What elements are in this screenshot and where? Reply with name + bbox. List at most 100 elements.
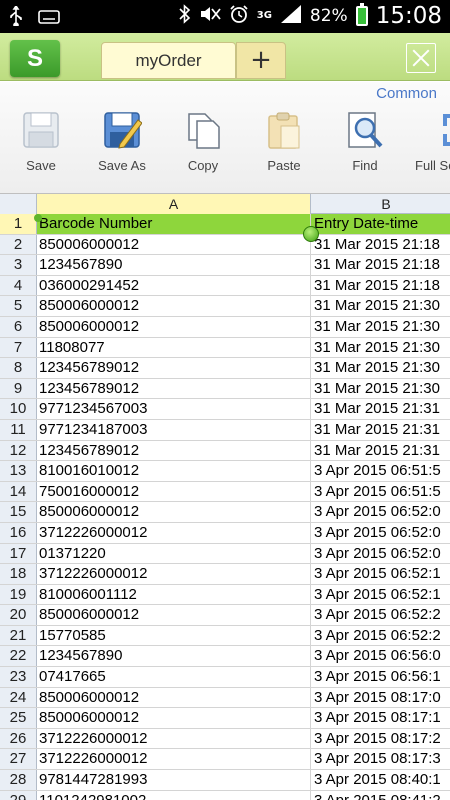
- cell-entry-date[interactable]: 3 Apr 2015 06:52:0: [311, 502, 450, 522]
- cell-entry-date[interactable]: 3 Apr 2015 06:52:1: [311, 585, 450, 605]
- cell-entry-date[interactable]: 31 Mar 2015 21:30: [311, 379, 450, 399]
- row-number[interactable]: 11: [0, 419, 37, 440]
- row-number[interactable]: 22: [0, 646, 37, 667]
- cell-barcode[interactable]: 1234567890: [37, 255, 311, 275]
- cell-entry-date[interactable]: 31 Mar 2015 21:18: [311, 235, 450, 255]
- row-number[interactable]: 21: [0, 625, 37, 646]
- cell-entry-date[interactable]: 3 Apr 2015 08:41:2: [311, 791, 450, 800]
- cell-entry-date[interactable]: 31 Mar 2015 21:30: [311, 358, 450, 378]
- cell-barcode[interactable]: 123456789012: [37, 440, 311, 461]
- row-number[interactable]: 13: [0, 461, 37, 481]
- row-number[interactable]: 7: [0, 337, 37, 358]
- cell-entry-date[interactable]: 3 Apr 2015 06:52:0: [311, 523, 450, 543]
- column-header-b[interactable]: B: [311, 194, 450, 214]
- row-number[interactable]: 8: [0, 358, 37, 378]
- app-menu-button[interactable]: S: [10, 40, 60, 77]
- copy-button[interactable]: Copy: [168, 110, 238, 180]
- cell-entry-date[interactable]: 31 Mar 2015 21:18: [311, 276, 450, 296]
- cell-entry-date[interactable]: 3 Apr 2015 08:17:0: [311, 688, 450, 708]
- cell-barcode[interactable]: 3712226000012: [37, 749, 311, 770]
- ribbon-section-label[interactable]: Common: [376, 85, 437, 102]
- cell-entry-date[interactable]: 3 Apr 2015 08:40:1: [311, 770, 450, 790]
- column-header-a[interactable]: A: [37, 194, 311, 214]
- row-number[interactable]: 23: [0, 667, 37, 687]
- cell-barcode[interactable]: 850006000012: [37, 605, 311, 625]
- cell-barcode[interactable]: 810006001112: [37, 584, 311, 605]
- cell-entry-date[interactable]: 3 Apr 2015 08:17:1: [311, 708, 450, 728]
- add-tab-button[interactable]: +: [236, 42, 286, 79]
- cell-entry-date[interactable]: 31 Mar 2015 21:18: [311, 255, 450, 275]
- row-number[interactable]: 17: [0, 543, 37, 564]
- row-number[interactable]: 1: [0, 214, 37, 234]
- row-number[interactable]: 2: [0, 234, 37, 255]
- cell-barcode[interactable]: 850006000012: [37, 708, 311, 728]
- cell-barcode[interactable]: 15770585: [37, 625, 311, 646]
- save-button[interactable]: Save: [6, 110, 76, 180]
- cell-entry-date[interactable]: 3 Apr 2015 06:52:2: [311, 626, 450, 646]
- cell-entry-date[interactable]: 31 Mar 2015 21:30: [311, 296, 450, 316]
- cell-entry-date[interactable]: 31 Mar 2015 21:31: [311, 420, 450, 440]
- cell-barcode[interactable]: 036000291452: [37, 275, 311, 296]
- row-number[interactable]: 5: [0, 296, 37, 316]
- cell-barcode[interactable]: 123456789012: [37, 358, 311, 378]
- row-number[interactable]: 18: [0, 564, 37, 584]
- cell-barcode[interactable]: 810016010012: [37, 461, 311, 481]
- cell-barcode[interactable]: 01371220: [37, 543, 311, 564]
- row-number[interactable]: 19: [0, 584, 37, 605]
- row-number[interactable]: 20: [0, 605, 37, 625]
- cell-barcode[interactable]: 850006000012: [37, 502, 311, 522]
- cell-barcode[interactable]: 9771234567003: [37, 399, 311, 419]
- row-number[interactable]: 12: [0, 440, 37, 461]
- row-number[interactable]: 14: [0, 481, 37, 502]
- row-number[interactable]: 29: [0, 790, 37, 800]
- row-number[interactable]: 15: [0, 502, 37, 522]
- cell-barcode[interactable]: 9771234187003: [37, 419, 311, 440]
- row-number[interactable]: 10: [0, 399, 37, 419]
- row-number[interactable]: 9: [0, 378, 37, 399]
- row-number[interactable]: 28: [0, 770, 37, 790]
- cell-barcode[interactable]: 3712226000012: [37, 522, 311, 543]
- cell-barcode[interactable]: 850006000012: [37, 316, 311, 337]
- cell-barcode[interactable]: 3712226000012: [37, 728, 311, 749]
- header-cell-entry-date[interactable]: Entry Date-time: [311, 214, 450, 234]
- cell-entry-date[interactable]: 3 Apr 2015 06:51:5: [311, 461, 450, 481]
- paste-button[interactable]: Paste: [249, 110, 319, 180]
- row-number[interactable]: 27: [0, 749, 37, 770]
- row-number[interactable]: 16: [0, 522, 37, 543]
- cell-entry-date[interactable]: 3 Apr 2015 06:52:0: [311, 544, 450, 564]
- full-screen-button[interactable]: Full Sc: [410, 110, 450, 180]
- select-all-corner[interactable]: [0, 194, 37, 214]
- selection-handle-end[interactable]: [303, 226, 319, 242]
- cell-barcode[interactable]: 07417665: [37, 667, 311, 687]
- cell-entry-date[interactable]: 3 Apr 2015 06:52:1: [311, 564, 450, 584]
- cell-entry-date[interactable]: 3 Apr 2015 06:51:5: [311, 482, 450, 502]
- cell-barcode[interactable]: 850006000012: [37, 687, 311, 708]
- header-cell-barcode[interactable]: Barcode Number: [37, 214, 311, 234]
- document-tab[interactable]: myOrder: [101, 42, 236, 79]
- cell-entry-date[interactable]: 31 Mar 2015 21:31: [311, 399, 450, 419]
- cell-entry-date[interactable]: 31 Mar 2015 21:31: [311, 441, 450, 461]
- close-icon[interactable]: [406, 43, 436, 73]
- spreadsheet-grid[interactable]: A B 1 Barcode Number Entry Date-time 2 85…: [0, 194, 450, 800]
- find-button[interactable]: Find: [330, 110, 400, 180]
- cell-entry-date[interactable]: 31 Mar 2015 21:30: [311, 317, 450, 337]
- cell-barcode[interactable]: 850006000012: [37, 296, 311, 316]
- row-number[interactable]: 6: [0, 316, 37, 337]
- cell-entry-date[interactable]: 3 Apr 2015 06:52:2: [311, 605, 450, 625]
- row-number[interactable]: 3: [0, 255, 37, 275]
- row-number[interactable]: 26: [0, 728, 37, 749]
- cell-entry-date[interactable]: 31 Mar 2015 21:30: [311, 338, 450, 358]
- save-as-button[interactable]: Save As: [87, 110, 157, 180]
- row-number[interactable]: 4: [0, 275, 37, 296]
- cell-entry-date[interactable]: 3 Apr 2015 06:56:0: [311, 646, 450, 666]
- cell-barcode[interactable]: 750016000012: [37, 481, 311, 502]
- cell-entry-date[interactable]: 3 Apr 2015 08:17:3: [311, 749, 450, 769]
- cell-barcode[interactable]: 11808077: [37, 337, 311, 358]
- cell-entry-date[interactable]: 3 Apr 2015 08:17:2: [311, 729, 450, 749]
- selection-handle-start[interactable]: [34, 214, 42, 222]
- cell-barcode[interactable]: 1101242981002: [37, 790, 311, 800]
- cell-barcode[interactable]: 123456789012: [37, 378, 311, 399]
- row-number[interactable]: 25: [0, 708, 37, 728]
- cell-barcode[interactable]: 1234567890: [37, 646, 311, 667]
- row-number[interactable]: 24: [0, 687, 37, 708]
